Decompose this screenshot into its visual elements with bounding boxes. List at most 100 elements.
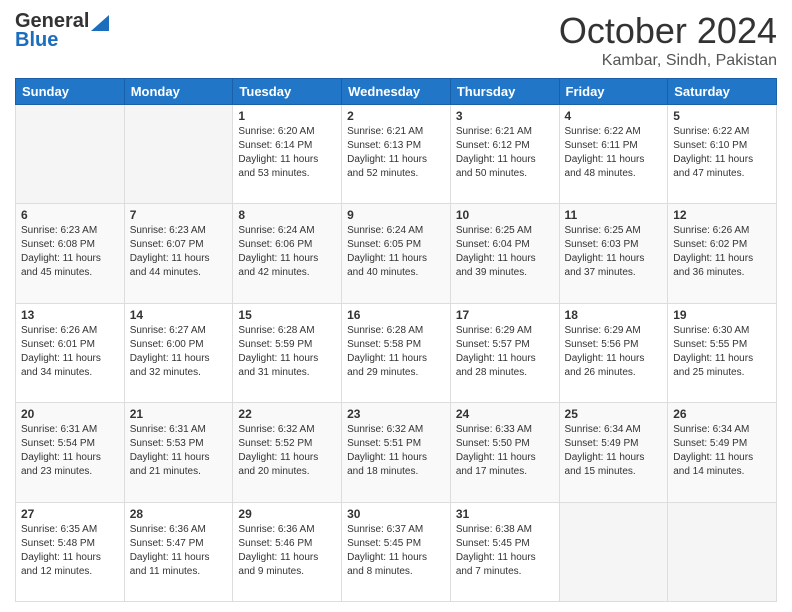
day-number: 5 bbox=[673, 109, 771, 123]
day-info: Sunrise: 6:31 AM Sunset: 5:54 PM Dayligh… bbox=[21, 423, 119, 479]
day-info: Sunrise: 6:26 AM Sunset: 6:02 PM Dayligh… bbox=[673, 224, 771, 280]
day-number: 26 bbox=[673, 407, 771, 421]
day-info: Sunrise: 6:23 AM Sunset: 6:08 PM Dayligh… bbox=[21, 224, 119, 280]
calendar-cell: 4 Sunrise: 6:22 AM Sunset: 6:11 PM Daylig… bbox=[559, 105, 668, 204]
day-info: Sunrise: 6:28 AM Sunset: 5:58 PM Dayligh… bbox=[347, 324, 445, 380]
day-info: Sunrise: 6:28 AM Sunset: 5:59 PM Dayligh… bbox=[238, 324, 336, 380]
calendar-cell: 11 Sunrise: 6:25 AM Sunset: 6:03 PM Dayli… bbox=[559, 204, 668, 303]
day-number: 23 bbox=[347, 407, 445, 421]
calendar-cell: 3Sunrise: 6:21 AM Sunset: 6:12 PM Daylig… bbox=[450, 105, 559, 204]
calendar-cell: 7 Sunrise: 6:23 AM Sunset: 6:07 PM Daylig… bbox=[124, 204, 233, 303]
calendar-cell: 1 Sunrise: 6:20 AM Sunset: 6:14 PM Daylig… bbox=[233, 105, 342, 204]
calendar-cell: 10 Sunrise: 6:25 AM Sunset: 6:04 PM Dayli… bbox=[450, 204, 559, 303]
calendar-cell bbox=[668, 502, 777, 601]
day-number: 2 bbox=[347, 109, 445, 123]
calendar-cell: 9Sunrise: 6:24 AM Sunset: 6:05 PM Daylig… bbox=[342, 204, 451, 303]
day-number: 1 bbox=[238, 109, 336, 123]
day-info: Sunrise: 6:22 AM Sunset: 6:11 PM Dayligh… bbox=[565, 125, 663, 181]
day-number: 9 bbox=[347, 208, 445, 222]
calendar-cell: 20Sunrise: 6:31 AM Sunset: 5:54 PM Dayli… bbox=[16, 403, 125, 502]
day-number: 8 bbox=[238, 208, 336, 222]
day-info: Sunrise: 6:33 AM Sunset: 5:50 PM Dayligh… bbox=[456, 423, 554, 479]
day-info: Sunrise: 6:29 AM Sunset: 5:57 PM Dayligh… bbox=[456, 324, 554, 380]
calendar-cell: 31 Sunrise: 6:38 AM Sunset: 5:45 PM Dayli… bbox=[450, 502, 559, 601]
day-info: Sunrise: 6:25 AM Sunset: 6:03 PM Dayligh… bbox=[565, 224, 663, 280]
day-number: 24 bbox=[456, 407, 554, 421]
day-info: Sunrise: 6:24 AM Sunset: 6:06 PM Dayligh… bbox=[238, 224, 336, 280]
day-number: 29 bbox=[238, 507, 336, 521]
day-number: 11 bbox=[565, 208, 663, 222]
calendar-table: SundayMondayTuesdayWednesdayThursdayFrid… bbox=[15, 78, 777, 602]
day-info: Sunrise: 6:32 AM Sunset: 5:51 PM Dayligh… bbox=[347, 423, 445, 479]
day-info: Sunrise: 6:27 AM Sunset: 6:00 PM Dayligh… bbox=[130, 324, 228, 380]
calendar-cell: 25 Sunrise: 6:34 AM Sunset: 5:49 PM Dayli… bbox=[559, 403, 668, 502]
day-info: Sunrise: 6:36 AM Sunset: 5:47 PM Dayligh… bbox=[130, 523, 228, 579]
day-number: 17 bbox=[456, 308, 554, 322]
day-info: Sunrise: 6:21 AM Sunset: 6:12 PM Dayligh… bbox=[456, 125, 554, 181]
calendar-cell: 26 Sunrise: 6:34 AM Sunset: 5:49 PM Dayli… bbox=[668, 403, 777, 502]
calendar-cell: 21 Sunrise: 6:31 AM Sunset: 5:53 PM Dayli… bbox=[124, 403, 233, 502]
logo-triangle-icon bbox=[91, 15, 109, 31]
day-number: 25 bbox=[565, 407, 663, 421]
calendar-cell bbox=[16, 105, 125, 204]
day-info: Sunrise: 6:38 AM Sunset: 5:45 PM Dayligh… bbox=[456, 523, 554, 579]
calendar-header-row: SundayMondayTuesdayWednesdayThursdayFrid… bbox=[16, 79, 777, 105]
calendar-cell: 16Sunrise: 6:28 AM Sunset: 5:58 PM Dayli… bbox=[342, 303, 451, 402]
weekday-header-sunday: Sunday bbox=[16, 79, 125, 105]
calendar-cell: 5 Sunrise: 6:22 AM Sunset: 6:10 PM Daylig… bbox=[668, 105, 777, 204]
day-number: 31 bbox=[456, 507, 554, 521]
calendar-cell: 22Sunrise: 6:32 AM Sunset: 5:52 PM Dayli… bbox=[233, 403, 342, 502]
day-info: Sunrise: 6:26 AM Sunset: 6:01 PM Dayligh… bbox=[21, 324, 119, 380]
day-info: Sunrise: 6:25 AM Sunset: 6:04 PM Dayligh… bbox=[456, 224, 554, 280]
weekday-header-monday: Monday bbox=[124, 79, 233, 105]
calendar-week-1: 6 Sunrise: 6:23 AM Sunset: 6:08 PM Daylig… bbox=[16, 204, 777, 303]
calendar-cell: 13 Sunrise: 6:26 AM Sunset: 6:01 PM Dayli… bbox=[16, 303, 125, 402]
day-number: 7 bbox=[130, 208, 228, 222]
day-number: 18 bbox=[565, 308, 663, 322]
day-info: Sunrise: 6:21 AM Sunset: 6:13 PM Dayligh… bbox=[347, 125, 445, 181]
weekday-header-saturday: Saturday bbox=[668, 79, 777, 105]
day-info: Sunrise: 6:23 AM Sunset: 6:07 PM Dayligh… bbox=[130, 224, 228, 280]
calendar-cell: 14 Sunrise: 6:27 AM Sunset: 6:00 PM Dayli… bbox=[124, 303, 233, 402]
day-number: 19 bbox=[673, 308, 771, 322]
day-number: 21 bbox=[130, 407, 228, 421]
calendar-cell: 2 Sunrise: 6:21 AM Sunset: 6:13 PM Daylig… bbox=[342, 105, 451, 204]
weekday-header-friday: Friday bbox=[559, 79, 668, 105]
calendar-week-2: 13 Sunrise: 6:26 AM Sunset: 6:01 PM Dayli… bbox=[16, 303, 777, 402]
day-number: 4 bbox=[565, 109, 663, 123]
day-info: Sunrise: 6:34 AM Sunset: 5:49 PM Dayligh… bbox=[565, 423, 663, 479]
day-info: Sunrise: 6:22 AM Sunset: 6:10 PM Dayligh… bbox=[673, 125, 771, 181]
day-number: 6 bbox=[21, 208, 119, 222]
day-number: 14 bbox=[130, 308, 228, 322]
calendar-cell bbox=[124, 105, 233, 204]
calendar-cell: 8 Sunrise: 6:24 AM Sunset: 6:06 PM Daylig… bbox=[233, 204, 342, 303]
logo-blue-text: Blue bbox=[15, 29, 58, 52]
calendar-week-4: 27Sunrise: 6:35 AM Sunset: 5:48 PM Dayli… bbox=[16, 502, 777, 601]
calendar-cell: 29Sunrise: 6:36 AM Sunset: 5:46 PM Dayli… bbox=[233, 502, 342, 601]
day-info: Sunrise: 6:37 AM Sunset: 5:45 PM Dayligh… bbox=[347, 523, 445, 579]
calendar-cell: 30Sunrise: 6:37 AM Sunset: 5:45 PM Dayli… bbox=[342, 502, 451, 601]
day-info: Sunrise: 6:32 AM Sunset: 5:52 PM Dayligh… bbox=[238, 423, 336, 479]
day-info: Sunrise: 6:20 AM Sunset: 6:14 PM Dayligh… bbox=[238, 125, 336, 181]
logo: General Blue bbox=[15, 10, 109, 52]
calendar-cell: 17 Sunrise: 6:29 AM Sunset: 5:57 PM Dayli… bbox=[450, 303, 559, 402]
weekday-header-thursday: Thursday bbox=[450, 79, 559, 105]
day-info: Sunrise: 6:29 AM Sunset: 5:56 PM Dayligh… bbox=[565, 324, 663, 380]
calendar-cell: 12 Sunrise: 6:26 AM Sunset: 6:02 PM Dayli… bbox=[668, 204, 777, 303]
day-info: Sunrise: 6:30 AM Sunset: 5:55 PM Dayligh… bbox=[673, 324, 771, 380]
day-number: 10 bbox=[456, 208, 554, 222]
weekday-header-wednesday: Wednesday bbox=[342, 79, 451, 105]
day-number: 12 bbox=[673, 208, 771, 222]
day-info: Sunrise: 6:34 AM Sunset: 5:49 PM Dayligh… bbox=[673, 423, 771, 479]
calendar-week-0: 1 Sunrise: 6:20 AM Sunset: 6:14 PM Daylig… bbox=[16, 105, 777, 204]
calendar-cell: 19 Sunrise: 6:30 AM Sunset: 5:55 PM Dayli… bbox=[668, 303, 777, 402]
day-number: 13 bbox=[21, 308, 119, 322]
day-number: 15 bbox=[238, 308, 336, 322]
calendar-cell bbox=[559, 502, 668, 601]
calendar-cell: 18 Sunrise: 6:29 AM Sunset: 5:56 PM Dayli… bbox=[559, 303, 668, 402]
day-info: Sunrise: 6:35 AM Sunset: 5:48 PM Dayligh… bbox=[21, 523, 119, 579]
calendar-cell: 28Sunrise: 6:36 AM Sunset: 5:47 PM Dayli… bbox=[124, 502, 233, 601]
day-info: Sunrise: 6:31 AM Sunset: 5:53 PM Dayligh… bbox=[130, 423, 228, 479]
title-area: October 2024 Kambar, Sindh, Pakistan bbox=[559, 10, 777, 70]
calendar-cell: 6 Sunrise: 6:23 AM Sunset: 6:08 PM Daylig… bbox=[16, 204, 125, 303]
